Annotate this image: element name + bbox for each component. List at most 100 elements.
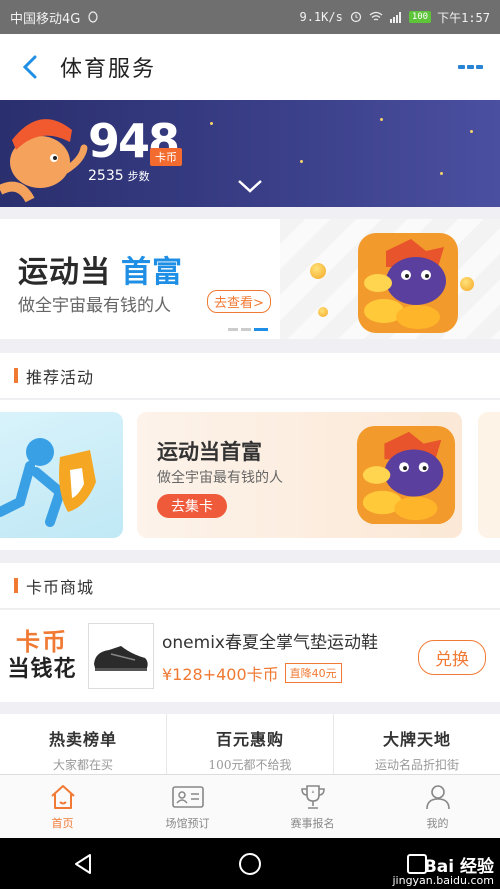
activity-card-subtitle: 做全宇宙最有钱的人 [157, 470, 283, 486]
carrier-label: 中国移动4G [10, 11, 81, 27]
step-unit: 步数 [127, 170, 150, 183]
coin-unit-badge: 卡币 [150, 148, 182, 166]
category-title: 大牌天地 [382, 730, 451, 749]
tab-events[interactable]: 赛事报名 [250, 775, 375, 838]
activity-card-prev[interactable] [0, 412, 123, 538]
section-header-activities: 推荐活动 [0, 353, 500, 399]
coin-decoration [460, 277, 474, 291]
activity-card[interactable]: 运动当首富 做全宇宙最有钱的人 去集卡 [137, 412, 462, 538]
tab-label: 赛事报名 [290, 817, 335, 830]
star-decoration [210, 122, 213, 125]
tab-venue-booking[interactable]: 场馆预订 [125, 775, 250, 838]
price-row: ¥128+400卡币 直降40元 [162, 661, 378, 685]
page-title: 体育服务 [60, 57, 157, 82]
more-dot [457, 65, 465, 69]
coin-decoration [318, 307, 328, 317]
system-nav-bar: Bai 经验 jingyan.baidu.com [0, 838, 500, 889]
status-bar: 中国移动4G 9.1K/s 100 下午1:57 [0, 0, 500, 34]
section-title: 推荐活动 [26, 367, 95, 387]
activities-carousel[interactable]: 运动当首富 做全宇宙最有钱的人 去集卡 [0, 400, 500, 550]
tab-label: 我的 [426, 817, 449, 830]
category-subtitle: 100元都不给我 [208, 758, 292, 772]
network-speed: 9.1K/s [299, 10, 343, 24]
coin-decoration [310, 263, 326, 279]
product-price: ¥128+400卡币 [162, 664, 279, 684]
activity-card-next[interactable] [478, 412, 500, 538]
system-home-button[interactable] [220, 844, 280, 884]
chevron-left-icon [22, 55, 37, 79]
section-accent-bar [14, 578, 18, 593]
category-strip: 热卖榜单 大家都在买 百元惠购 100元都不给我 大牌天地 运动名品折扣街 [0, 714, 500, 774]
product-row[interactable]: 卡币 当钱花 onemix春夏全掌气垫运动鞋 ¥128+400卡币 直降40元 … [0, 610, 500, 702]
more-dot [475, 65, 483, 69]
chevron-down-icon[interactable] [237, 178, 263, 194]
qq-icon [88, 11, 98, 23]
promo-title-highlight: 首富 [121, 255, 183, 290]
step-count: 2535 步数 [88, 168, 150, 184]
triangle-back-icon [75, 853, 92, 874]
battery-indicator: 100 [408, 11, 432, 23]
promo-banner[interactable]: 运动当 首富 做全宇宙最有钱的人 去查看> [0, 219, 500, 339]
promo-subtitle: 做全宇宙最有钱的人 [18, 296, 171, 316]
category-brands[interactable]: 大牌天地 运动名品折扣街 [334, 714, 500, 774]
id-card-icon [171, 786, 204, 808]
section-title: 卡币商城 [26, 577, 95, 597]
tab-profile[interactable]: 我的 [375, 775, 500, 838]
step-value: 2535 [88, 168, 124, 184]
product-info: onemix春夏全掌气垫运动鞋 ¥128+400卡币 直降40元 [162, 628, 378, 685]
carousel-indicator [228, 328, 268, 331]
tab-bar: 首页 场馆预订 赛事报名 我的 [0, 774, 500, 838]
circle-home-icon [238, 852, 261, 875]
promo-title-main: 运动当 [18, 255, 111, 290]
category-subtitle: 大家都在买 [52, 758, 113, 772]
signal-icon [389, 12, 401, 23]
monster-gold-illustration [356, 425, 456, 525]
product-image[interactable] [88, 623, 154, 689]
category-title: 热卖榜单 [48, 730, 117, 749]
tab-label: 首页 [51, 817, 74, 830]
more-button[interactable] [440, 34, 500, 100]
tab-home[interactable]: 首页 [0, 775, 125, 838]
more-dot [466, 65, 474, 69]
wifi-icon [369, 11, 383, 21]
system-back-button[interactable] [53, 844, 113, 884]
mall-logo-line1: 卡币 [16, 628, 68, 656]
mascot-illustration [0, 119, 88, 203]
carousel-dot-active [254, 328, 268, 331]
watermark-logo: Bai 经验 [423, 857, 494, 877]
back-button[interactable] [0, 34, 60, 100]
monster-gold-illustration [358, 233, 458, 333]
watermark-url: jingyan.baidu.com [392, 874, 494, 887]
star-decoration [300, 160, 303, 163]
user-icon [425, 785, 450, 810]
category-subtitle: 运动名品折扣街 [374, 758, 459, 772]
collect-cards-button[interactable]: 去集卡 [157, 494, 227, 518]
alarm-icon [350, 11, 361, 23]
star-decoration [440, 172, 443, 175]
step-coins-banner[interactable]: 948 卡币 2535 步数 [0, 100, 500, 207]
mall-logo-line2: 当钱花 [7, 657, 77, 682]
trophy-icon [300, 785, 325, 809]
home-icon [50, 785, 75, 809]
tab-label: 场馆预订 [165, 817, 210, 830]
clock: 下午1:57 [437, 10, 490, 25]
runner-shield-illustration [0, 438, 96, 527]
activity-card-title: 运动当首富 [157, 440, 262, 464]
category-hundred[interactable]: 百元惠购 100元都不给我 [167, 714, 334, 774]
view-button[interactable]: 去查看> [207, 290, 271, 313]
sneaker-icon [94, 646, 148, 671]
watermark: Bai 经验 jingyan.baidu.com [392, 857, 494, 888]
redeem-button[interactable]: 兑换 [418, 640, 486, 675]
discount-tag: 直降40元 [284, 662, 342, 683]
nav-bar: 体育服务 [0, 34, 500, 100]
mall-logo: 卡币 当钱花 [0, 628, 84, 684]
category-hot[interactable]: 热卖榜单 大家都在买 [0, 714, 167, 774]
carousel-dot [241, 328, 251, 331]
star-decoration [470, 130, 473, 133]
promo-title: 运动当 首富 [18, 247, 183, 291]
star-decoration [380, 118, 383, 121]
product-name: onemix春夏全掌气垫运动鞋 [162, 632, 378, 653]
section-accent-bar [14, 368, 18, 383]
section-header-mall: 卡币商城 [0, 563, 500, 609]
category-title: 百元惠购 [215, 730, 284, 749]
